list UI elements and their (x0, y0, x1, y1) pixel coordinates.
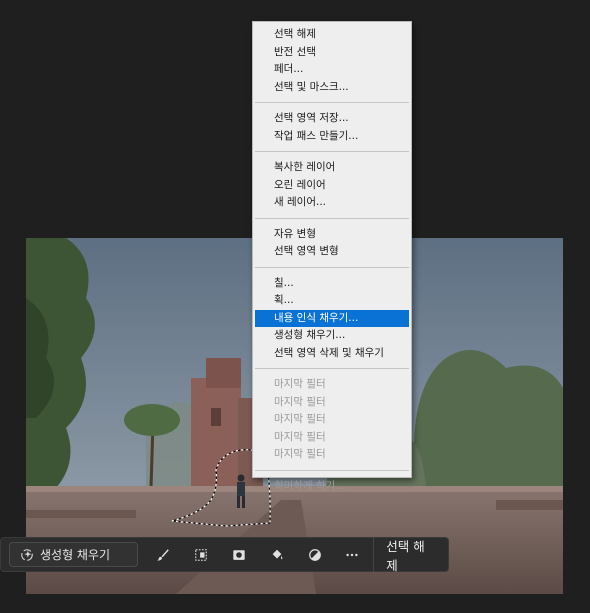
generative-fill-button[interactable]: 생성형 채우기 (9, 542, 139, 567)
menu-item: 마지막 필터 (274, 430, 326, 443)
menu-separator (255, 102, 409, 103)
adjustment-button[interactable] (296, 537, 334, 572)
generative-fill-label: 생성형 채우기 (40, 548, 111, 562)
fill-bucket-icon (272, 549, 283, 559)
menu-item[interactable]: 반전 선택 (253, 44, 411, 62)
menu-item: 마지막 필터 (274, 395, 326, 408)
menu-item: 마지막 필터 (274, 448, 326, 460)
menu-item[interactable]: 칠... (253, 275, 411, 293)
contextual-task-bar: 생성형 채우기 선택 해제 (0, 537, 449, 573)
menu-item[interactable]: 자유 변형 (253, 226, 411, 244)
menu-separator (255, 151, 409, 152)
transform-button[interactable] (182, 537, 220, 572)
sparkle-icon (21, 548, 33, 561)
menu-item[interactable]: 선택 영역 저장... (253, 110, 411, 128)
menu-separator (255, 217, 409, 219)
menu-item[interactable]: 선택 해제 (253, 26, 411, 44)
mask-icon (233, 549, 245, 560)
context-menu: 선택 해제 반전 선택 페더... 선택 및 마스크... 선택 영역 저장... 작업 … (252, 21, 412, 492)
menu-item[interactable]: 새 레이어... (253, 194, 411, 212)
more-options-button[interactable] (333, 537, 371, 572)
menu-separator (255, 469, 409, 471)
brush-button[interactable] (144, 537, 182, 572)
fill-button[interactable] (258, 537, 296, 572)
mask-button[interactable] (220, 537, 258, 572)
menu-item[interactable]: 획... (253, 292, 411, 310)
menu-item[interactable]: 오린 레이어 (253, 177, 411, 195)
menu-item[interactable]: 페더... (253, 61, 411, 79)
menu-item[interactable]: 작업 패스 만들기... (253, 128, 411, 146)
menu-item[interactable]: 선택 영역 변형 (253, 243, 411, 261)
deselect-button[interactable]: 선택 해제 (374, 537, 448, 573)
brush-icon (157, 548, 170, 560)
contrast-icon (308, 548, 321, 561)
menu-separator (255, 368, 409, 369)
menu-item: 마지막 필터 (274, 378, 326, 390)
transform-icon (195, 548, 207, 561)
more-icon (346, 553, 358, 556)
menu-separator (255, 266, 409, 268)
menu-item[interactable]: 선택 영역 삭제 및 채우기 (253, 345, 411, 363)
workspace: 선택 해제 반전 선택 페더... 선택 및 마스크... 선택 영역 저장... 작업 … (0, 0, 590, 613)
menu-item[interactable]: 선택 및 마스크... (253, 79, 411, 97)
menu-item: 희미하게 하기... (274, 479, 346, 492)
menu-item[interactable]: 복사한 레이어 (253, 159, 411, 177)
menu-item: 마지막 필터 (274, 413, 326, 425)
menu-item[interactable]: 생성형 채우기... (253, 327, 411, 345)
menu-item[interactable]: 내용 인식 채우기... (255, 309, 409, 327)
